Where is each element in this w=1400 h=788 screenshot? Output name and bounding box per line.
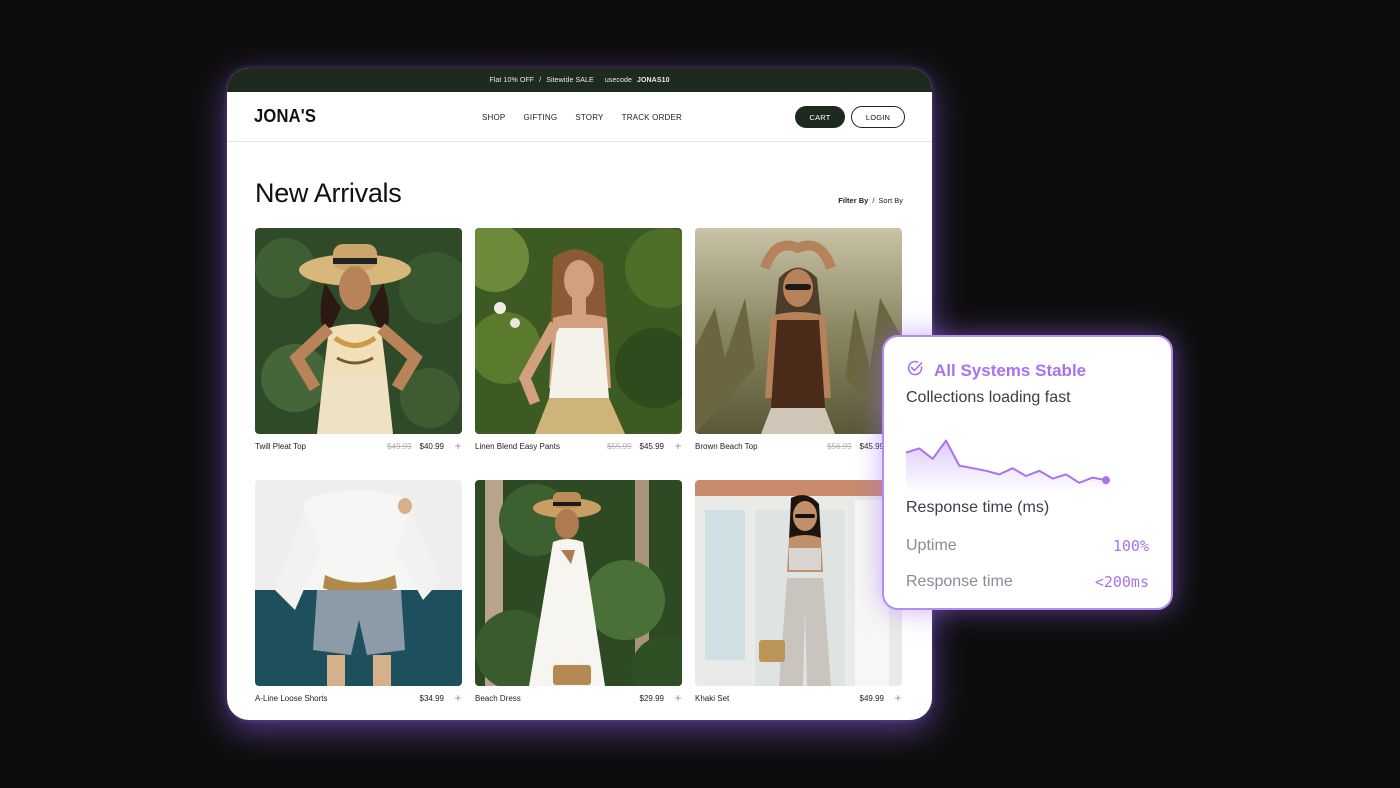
add-to-cart-plus-icon[interactable]: + bbox=[674, 691, 682, 705]
add-to-cart-plus-icon[interactable]: + bbox=[674, 439, 682, 453]
nav-gifting[interactable]: GIFTING bbox=[523, 113, 557, 122]
product-image[interactable] bbox=[475, 228, 682, 434]
filter-separator: / bbox=[872, 196, 875, 205]
product-old-price: $55.99 bbox=[607, 441, 632, 451]
product-price: $29.99 bbox=[639, 693, 664, 703]
nav-shop[interactable]: SHOP bbox=[482, 113, 505, 122]
uptime-label: Uptime bbox=[906, 537, 957, 554]
product-price: $40.99 bbox=[419, 441, 444, 451]
site-header: JONA'S SHOP GIFTING STORY TRACK ORDER CA… bbox=[227, 92, 932, 142]
product-caption: Twill Pleat Top $49.99 $40.99 + bbox=[255, 434, 462, 458]
cart-button[interactable]: CART bbox=[795, 106, 845, 128]
product-name[interactable]: Twill Pleat Top bbox=[255, 442, 387, 451]
response-time-label: Response time bbox=[906, 573, 1013, 590]
filter-by-button[interactable]: Filter By bbox=[838, 196, 868, 205]
product-card[interactable]: Khaki Set $49.99 + bbox=[695, 480, 902, 720]
status-title: All Systems Stable bbox=[934, 360, 1087, 380]
add-to-cart-plus-icon[interactable]: + bbox=[454, 691, 462, 705]
product-price: $45.99 bbox=[639, 441, 664, 451]
product-image[interactable] bbox=[695, 228, 902, 434]
product-image[interactable] bbox=[255, 228, 462, 434]
product-card[interactable]: Beach Dress $29.99 + bbox=[475, 480, 682, 720]
product-caption: Linen Blend Easy Pants $55.99 $45.99 + bbox=[475, 434, 682, 458]
page-title: New Arrivals bbox=[255, 178, 402, 208]
browser-window: Flat 10% OFF / Sitewide SALE usecode JON… bbox=[227, 68, 932, 720]
add-to-cart-plus-icon[interactable]: + bbox=[894, 691, 902, 705]
product-caption: Brown Beach Top $56.99 $45.99 + bbox=[695, 434, 902, 458]
status-subtitle: Collections loading fast bbox=[906, 389, 1071, 406]
nav-track-order[interactable]: TRACK ORDER bbox=[622, 113, 682, 122]
promo-bar: Flat 10% OFF / Sitewide SALE usecode JON… bbox=[227, 68, 932, 92]
product-name[interactable]: Khaki Set bbox=[695, 694, 860, 703]
check-circle-icon bbox=[906, 359, 924, 382]
product-card[interactable]: Twill Pleat Top $49.99 $40.99 + bbox=[255, 228, 462, 480]
promo-sale: Sitewide SALE bbox=[546, 76, 594, 84]
product-old-price: $49.99 bbox=[387, 441, 412, 451]
promo-code: JONAS10 bbox=[636, 76, 670, 84]
login-button[interactable]: LOGIN bbox=[851, 106, 905, 128]
status-header: All Systems Stable bbox=[906, 359, 1086, 382]
chart-last-point bbox=[1102, 476, 1110, 485]
header-actions: CART LOGIN bbox=[795, 106, 905, 128]
product-name[interactable]: Brown Beach Top bbox=[695, 442, 827, 451]
system-status-card: All Systems Stable Collections loading f… bbox=[882, 335, 1173, 610]
filter-sort-controls: Filter By / Sort By bbox=[838, 196, 903, 209]
chart-label: Response time (ms) bbox=[906, 499, 1050, 516]
sort-by-button[interactable]: Sort By bbox=[878, 196, 903, 205]
product-caption: Khaki Set $49.99 + bbox=[695, 686, 902, 710]
brand-logo[interactable]: JONA'S bbox=[254, 106, 316, 127]
uptime-value: 100% bbox=[1112, 537, 1149, 555]
main-nav: SHOP GIFTING STORY TRACK ORDER bbox=[482, 92, 682, 142]
response-time-value: <200ms bbox=[1094, 573, 1149, 591]
product-grid: Twill Pleat Top $49.99 $40.99 + Linen Bl… bbox=[255, 228, 903, 720]
product-name[interactable]: Beach Dress bbox=[475, 694, 640, 703]
promo-code-prefix: usecode bbox=[604, 76, 632, 84]
product-image[interactable] bbox=[695, 480, 902, 686]
promo-offer: Flat 10% OFF bbox=[489, 76, 535, 84]
product-price: $34.99 bbox=[419, 693, 444, 703]
product-card[interactable]: Brown Beach Top $56.99 $45.99 + bbox=[695, 228, 902, 480]
add-to-cart-plus-icon[interactable]: + bbox=[454, 439, 462, 453]
product-name[interactable]: A-Line Loose Shorts bbox=[255, 694, 420, 703]
product-card[interactable]: A-Line Loose Shorts $34.99 + bbox=[255, 480, 462, 720]
promo-separator: / bbox=[539, 76, 542, 84]
product-caption: A-Line Loose Shorts $34.99 + bbox=[255, 686, 462, 710]
product-image[interactable] bbox=[255, 480, 462, 686]
heading-row: New Arrivals Filter By / Sort By bbox=[255, 178, 903, 209]
product-price: $45.99 bbox=[859, 441, 884, 451]
product-card[interactable]: Linen Blend Easy Pants $55.99 $45.99 + bbox=[475, 228, 682, 480]
nav-story[interactable]: STORY bbox=[575, 113, 603, 122]
response-time-row: Response time <200ms bbox=[906, 573, 1149, 591]
product-old-price: $56.99 bbox=[827, 441, 852, 451]
uptime-row: Uptime 100% bbox=[906, 537, 1149, 555]
product-caption: Beach Dress $29.99 + bbox=[475, 686, 682, 710]
product-image[interactable] bbox=[475, 480, 682, 686]
response-time-chart bbox=[905, 439, 1110, 489]
product-name[interactable]: Linen Blend Easy Pants bbox=[475, 442, 607, 451]
product-price: $49.99 bbox=[859, 693, 884, 703]
